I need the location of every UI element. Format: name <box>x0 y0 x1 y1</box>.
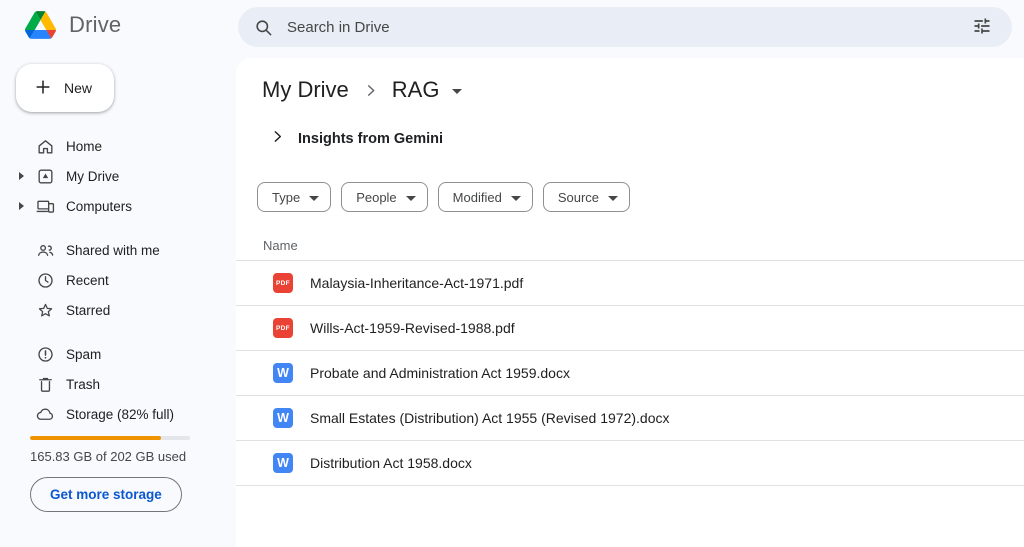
chevron-down-icon <box>309 196 319 201</box>
insights-label: Insights from Gemini <box>298 131 443 147</box>
get-more-storage-button[interactable]: Get more storage <box>30 477 182 512</box>
sidebar-item-home[interactable]: Home <box>0 131 236 161</box>
main-panel: My Drive RAG Insights from Gemini Type P… <box>236 58 1024 547</box>
breadcrumb: My Drive RAG <box>258 75 462 105</box>
search-input[interactable] <box>273 19 968 36</box>
sidebar-item-my-drive[interactable]: My Drive <box>0 161 236 191</box>
storage-progress <box>30 436 190 440</box>
word-file-icon: W <box>273 363 293 383</box>
filter-chip-source[interactable]: Source <box>543 182 630 212</box>
shared-with-me-icon <box>36 241 55 260</box>
filter-bar: Type People Modified Source <box>257 182 630 212</box>
cloud-icon <box>36 405 55 424</box>
file-row[interactable]: PDF Malaysia-Inheritance-Act-1971.pdf <box>236 261 1024 306</box>
plus-icon <box>33 77 53 100</box>
new-button-label: New <box>64 80 92 96</box>
word-file-icon: W <box>273 453 293 473</box>
search-options-button[interactable] <box>968 12 996 43</box>
sidebar-item-recent[interactable]: Recent <box>0 265 236 295</box>
app-logo: Drive <box>25 11 121 39</box>
chevron-down-icon <box>511 196 521 201</box>
my-drive-icon <box>36 167 55 186</box>
tune-icon <box>972 16 992 39</box>
breadcrumb-dropdown-caret-icon[interactable] <box>452 89 462 94</box>
app-title: Drive <box>69 12 121 38</box>
file-name: Probate and Administration Act 1959.docx <box>310 365 570 381</box>
sidebar-item-computers[interactable]: Computers <box>0 191 236 221</box>
expand-caret-icon[interactable] <box>19 202 24 210</box>
file-row[interactable]: W Small Estates (Distribution) Act 1955 … <box>236 396 1024 441</box>
sidebar-item-trash[interactable]: Trash <box>0 369 236 399</box>
google-drive-window: Drive New H <box>0 0 1024 547</box>
storage-usage-text: 165.83 GB of 202 GB used <box>30 449 186 464</box>
sidebar-item-shared-with-me[interactable]: Shared with me <box>0 235 236 265</box>
pdf-file-icon: PDF <box>273 318 293 338</box>
filter-chip-people[interactable]: People <box>341 182 427 212</box>
sidebar-nav: Home My Drive Computers Shared with me <box>0 131 236 429</box>
recent-icon <box>36 271 55 290</box>
sidebar-item-storage[interactable]: Storage (82% full) <box>0 399 236 429</box>
breadcrumb-current[interactable]: RAG <box>388 75 444 105</box>
word-file-icon: W <box>273 408 293 428</box>
list-header-name[interactable]: Name <box>236 230 1024 261</box>
computers-icon <box>36 197 55 216</box>
drive-logo-icon <box>25 11 56 39</box>
expand-caret-icon[interactable] <box>19 172 24 180</box>
file-list: Name PDF Malaysia-Inheritance-Act-1971.p… <box>236 230 1024 486</box>
file-row[interactable]: W Distribution Act 1958.docx <box>236 441 1024 486</box>
chevron-down-icon <box>406 196 416 201</box>
trash-icon <box>36 375 55 394</box>
chevron-right-icon <box>270 129 285 149</box>
search-bar[interactable] <box>238 7 1012 47</box>
file-row[interactable]: PDF Wills-Act-1959-Revised-1988.pdf <box>236 306 1024 351</box>
sidebar-item-spam[interactable]: Spam <box>0 339 236 369</box>
storage-progress-fill <box>30 436 161 440</box>
filter-chip-type[interactable]: Type <box>257 182 331 212</box>
star-icon <box>36 301 55 320</box>
sidebar-item-starred[interactable]: Starred <box>0 295 236 325</box>
new-button[interactable]: New <box>16 64 114 112</box>
file-row[interactable]: W Probate and Administration Act 1959.do… <box>236 351 1024 396</box>
chevron-down-icon <box>608 196 618 201</box>
breadcrumb-chevron-icon <box>362 82 379 99</box>
file-name: Distribution Act 1958.docx <box>310 455 472 471</box>
breadcrumb-parent[interactable]: My Drive <box>258 75 353 105</box>
spam-icon <box>36 345 55 364</box>
filter-chip-modified[interactable]: Modified <box>438 182 533 212</box>
pdf-file-icon: PDF <box>273 273 293 293</box>
insights-toggle[interactable]: Insights from Gemini <box>270 129 443 149</box>
file-name: Malaysia-Inheritance-Act-1971.pdf <box>310 275 523 291</box>
home-icon <box>36 137 55 156</box>
file-name: Small Estates (Distribution) Act 1955 (R… <box>310 410 670 426</box>
file-name: Wills-Act-1959-Revised-1988.pdf <box>310 320 515 336</box>
search-icon <box>254 18 273 37</box>
